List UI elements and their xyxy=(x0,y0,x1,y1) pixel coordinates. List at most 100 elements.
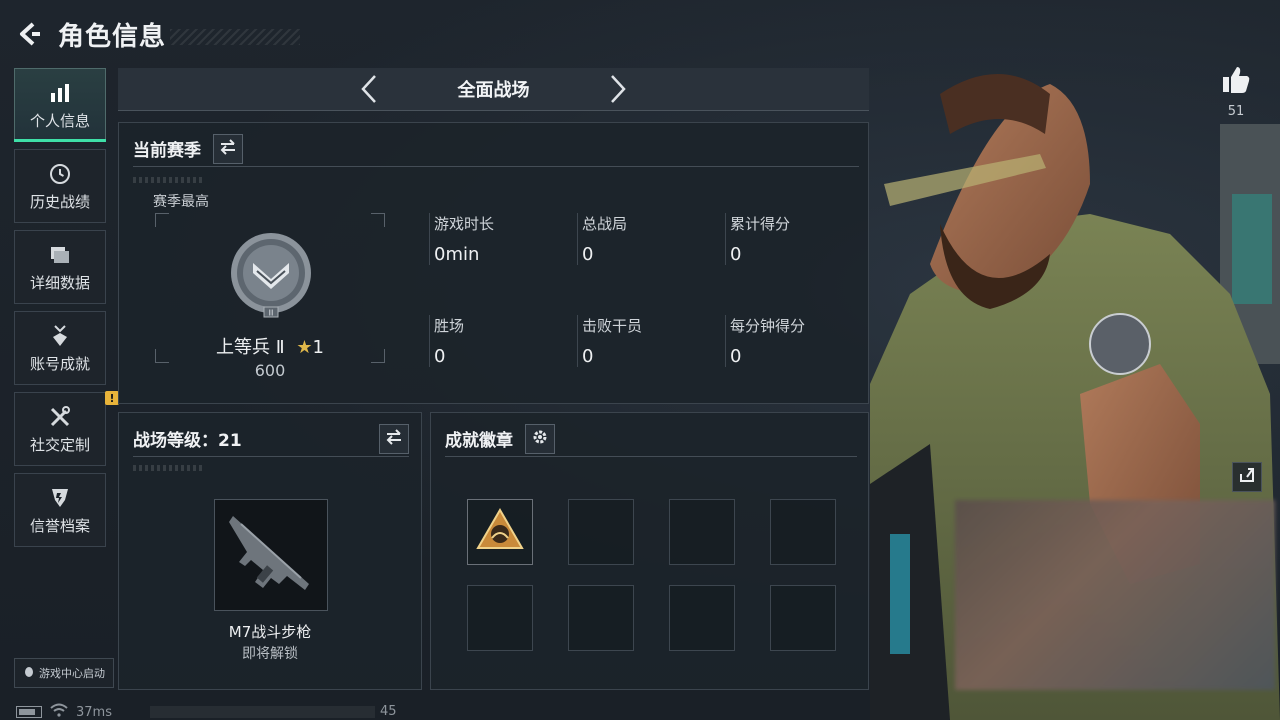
game-center-launch-label: 游戏中心启动 xyxy=(39,667,105,680)
stat-label: 每分钟得分 xyxy=(730,317,806,335)
decoration-line xyxy=(133,465,203,471)
badges-panel-header: 成就徽章 xyxy=(445,421,857,457)
stat-value: 0 xyxy=(730,244,742,265)
sidebar-item-label: 个人信息 xyxy=(29,111,90,130)
stat-total-matches: 总战局 0 xyxy=(577,213,717,265)
battlefield-panel-header: 战场等级：21 xyxy=(133,421,409,457)
stat-total-score: 累计得分 0 xyxy=(725,213,865,265)
season-panel-header: 当前赛季 xyxy=(133,131,859,167)
sidebar-item-label: 详细数据 xyxy=(29,273,90,292)
status-strip xyxy=(150,706,375,718)
season-best-label: 赛季最高 xyxy=(153,194,209,210)
share-icon xyxy=(1238,466,1256,488)
sidebar-item-details[interactable]: 详细数据 xyxy=(14,230,106,304)
like-count: 51 xyxy=(1227,104,1245,119)
sidebar-item-personal-info[interactable]: 个人信息 xyxy=(14,68,106,142)
thumbs-up-icon xyxy=(1220,67,1252,100)
sidebar-item-achievements[interactable]: 账号成就 xyxy=(14,311,106,385)
stat-wins: 胜场 0 xyxy=(429,315,569,367)
weapon-name: M7战斗步枪 xyxy=(228,623,312,641)
sidebar-item-history[interactable]: 历史战绩 xyxy=(14,149,106,223)
battlefield-level-title: 战场等级：21 xyxy=(133,426,242,451)
frame-corner xyxy=(155,213,169,227)
battlefield-level-panel: 战场等级：21 M7战斗步枪 即将解锁 xyxy=(118,412,422,690)
mode-selector: 全面战场 xyxy=(118,68,869,111)
penguin-icon xyxy=(23,666,35,681)
badge-slot-3[interactable] xyxy=(669,499,735,565)
page-title: 角色信息 xyxy=(58,21,167,52)
stat-score-per-minute: 每分钟得分 0 xyxy=(725,315,865,367)
achievement-badges-panel: 成就徽章 xyxy=(430,412,869,690)
sidebar-item-label: 账号成就 xyxy=(29,354,90,373)
status-number: 45 xyxy=(380,704,397,719)
sidebar-item-reputation[interactable]: 信誉档案 xyxy=(14,473,106,547)
gear-icon xyxy=(531,428,549,450)
tools-icon xyxy=(47,404,73,430)
stat-label: 胜场 xyxy=(434,317,465,335)
stat-play-time: 游戏时长 0min xyxy=(429,213,569,265)
star-icon: ★ xyxy=(296,337,313,358)
shield-icon xyxy=(47,485,73,511)
badge-slot-6[interactable] xyxy=(568,585,634,651)
battlefield-switch-button[interactable] xyxy=(379,423,409,454)
achievement-badge-icon xyxy=(476,508,524,556)
swap-icon xyxy=(219,138,237,159)
weapon-reward-slot[interactable] xyxy=(214,499,328,611)
rank-name-row: 上等兵 Ⅱ ★1 xyxy=(155,333,385,359)
rifle-icon xyxy=(221,508,321,602)
battery-icon xyxy=(16,706,42,718)
rank-name: 上等兵 Ⅱ xyxy=(216,337,285,358)
badge-slot-2[interactable] xyxy=(568,499,634,565)
season-panel: 当前赛季 赛季最高 II 上等兵 Ⅱ ★1 600 游戏时长 0min 总战局 … xyxy=(118,122,869,404)
like-button[interactable]: 51 xyxy=(1216,64,1256,119)
sidebar-item-label: 社交定制 xyxy=(29,435,90,454)
season-title: 当前赛季 xyxy=(133,141,201,161)
medal-icon xyxy=(47,323,73,349)
sidebar-item-label: 历史战绩 xyxy=(29,192,90,211)
rank-frame: II 上等兵 Ⅱ ★1 600 xyxy=(155,213,385,380)
mode-next-button[interactable] xyxy=(603,74,633,104)
badge-slot-5[interactable] xyxy=(467,585,533,651)
header: 角色信息 xyxy=(14,14,301,54)
folder-icon xyxy=(47,242,73,268)
mode-prev-button[interactable] xyxy=(354,74,384,104)
stat-kills: 击败干员 0 xyxy=(577,315,717,367)
sidebar-item-label: 信誉档案 xyxy=(29,516,90,535)
decoration-line xyxy=(133,177,203,183)
frame-corner xyxy=(371,213,385,227)
season-switch-button[interactable] xyxy=(213,133,243,164)
blurred-region xyxy=(955,500,1275,690)
svg-text:II: II xyxy=(269,309,274,318)
badge-slot-8[interactable] xyxy=(770,585,836,651)
ping-value: 37ms xyxy=(76,704,112,720)
alert-badge: ! xyxy=(105,391,119,405)
stat-value: 0 xyxy=(434,346,446,367)
back-arrow-icon[interactable] xyxy=(14,19,44,49)
stat-value: 0min xyxy=(434,244,480,265)
stat-label: 击败干员 xyxy=(582,317,643,335)
bar-chart-icon xyxy=(47,80,73,106)
clock-icon xyxy=(47,161,73,187)
title-decoration xyxy=(170,29,301,45)
badge-slot-7[interactable] xyxy=(669,585,735,651)
mode-title: 全面战场 xyxy=(457,80,530,101)
badge-slot-4[interactable] xyxy=(770,499,836,565)
badges-settings-button[interactable] xyxy=(525,423,555,454)
badges-title: 成就徽章 xyxy=(445,431,513,451)
status-bar: 37ms xyxy=(16,703,112,720)
weapon-status: 即将解锁 xyxy=(242,646,298,662)
stat-value: 0 xyxy=(730,346,742,367)
rank-score: 600 xyxy=(254,361,286,380)
sidebar-item-social[interactable]: 社交定制 ! xyxy=(14,391,119,466)
game-center-launch-button[interactable]: 游戏中心启动 xyxy=(14,658,114,688)
stat-label: 游戏时长 xyxy=(434,215,495,233)
battlefield-level-value: 21 xyxy=(218,431,242,451)
badge-slot-1[interactable] xyxy=(467,499,533,565)
stat-label: 总战局 xyxy=(582,215,628,233)
battlefield-level-label: 战场等级： xyxy=(133,431,218,451)
stat-label: 累计得分 xyxy=(730,215,791,233)
share-button[interactable] xyxy=(1232,462,1262,492)
stat-value: 0 xyxy=(582,244,594,265)
wifi-icon xyxy=(50,703,68,720)
stat-value: 0 xyxy=(582,346,594,367)
